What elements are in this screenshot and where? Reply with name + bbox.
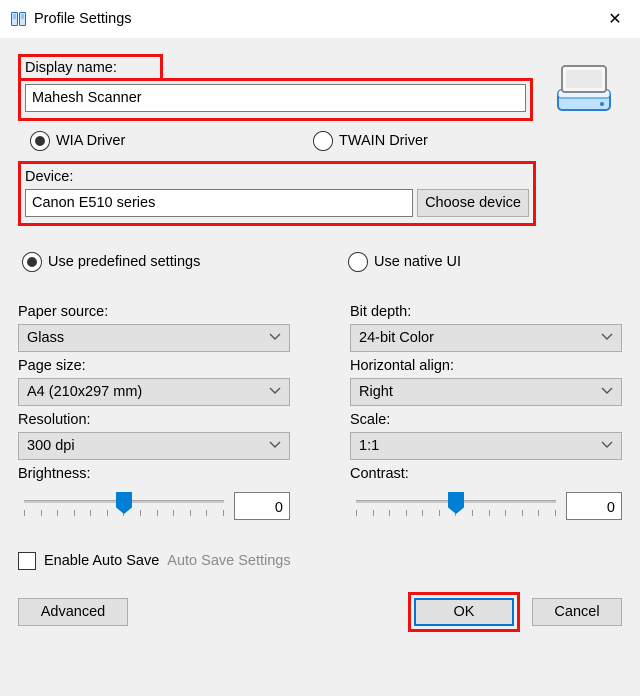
highlight-display-name-field [18,78,533,121]
app-icon [10,10,28,28]
highlight-device: Device: Choose device [18,161,536,226]
twain-driver-label: TWAIN Driver [339,133,428,149]
bit-depth-value: 24-bit Color [359,330,434,346]
chevron-down-icon [601,385,613,397]
horizontal-align-value: Right [359,384,393,400]
page-size-label: Page size: [18,358,290,374]
page-size-value: A4 (210x297 mm) [27,384,142,400]
bit-depth-label: Bit depth: [350,304,622,320]
resolution-value: 300 dpi [27,438,75,454]
choose-device-button[interactable]: Choose device [417,189,529,217]
close-icon: ✕ [608,9,621,29]
chevron-down-icon [269,385,281,397]
brightness-label: Brightness: [18,466,290,482]
horizontal-align-select[interactable]: Right [350,378,622,406]
display-name-input[interactable] [25,84,526,112]
contrast-label: Contrast: [350,466,622,482]
chevron-down-icon [601,439,613,451]
contrast-slider[interactable] [350,488,562,524]
auto-save-settings-link: Auto Save Settings [167,553,290,569]
resolution-label: Resolution: [18,412,290,428]
device-field[interactable] [25,189,413,217]
horizontal-align-label: Horizontal align: [350,358,622,374]
twain-driver-radio[interactable] [313,131,333,151]
scale-value: 1:1 [359,438,379,454]
scanner-icon [552,56,616,120]
paper-source-label: Paper source: [18,304,290,320]
dialog-body: Display name: WIA Driver TWAIN Driver De… [0,38,640,696]
enable-auto-save-checkbox[interactable] [18,552,36,570]
native-ui-label: Use native UI [374,254,461,270]
chevron-down-icon [269,331,281,343]
page-size-select[interactable]: A4 (210x297 mm) [18,378,290,406]
chevron-down-icon [601,331,613,343]
brightness-slider[interactable] [18,488,230,524]
enable-auto-save-label: Enable Auto Save [44,553,159,569]
cancel-button[interactable]: Cancel [532,598,622,626]
wia-driver-label: WIA Driver [56,133,125,149]
close-button[interactable]: ✕ [590,0,640,38]
scale-label: Scale: [350,412,622,428]
device-label: Device: [25,169,529,185]
paper-source-select[interactable]: Glass [18,324,290,352]
chevron-down-icon [269,439,281,451]
resolution-select[interactable]: 300 dpi [18,432,290,460]
wia-driver-radio[interactable] [30,131,50,151]
display-name-label: Display name: [25,60,156,76]
native-ui-radio[interactable] [348,252,368,272]
window-title: Profile Settings [34,11,132,27]
highlight-display-name-label: Display name: [18,54,163,81]
bit-depth-select[interactable]: 24-bit Color [350,324,622,352]
contrast-value-input[interactable] [566,492,622,520]
scale-select[interactable]: 1:1 [350,432,622,460]
brightness-value-input[interactable] [234,492,290,520]
advanced-button[interactable]: Advanced [18,598,128,626]
paper-source-value: Glass [27,330,64,346]
ok-button[interactable]: OK [414,598,514,626]
title-bar: Profile Settings ✕ [0,0,640,38]
highlight-ok: OK [408,592,520,632]
predefined-settings-label: Use predefined settings [48,254,200,270]
predefined-settings-radio[interactable] [22,252,42,272]
